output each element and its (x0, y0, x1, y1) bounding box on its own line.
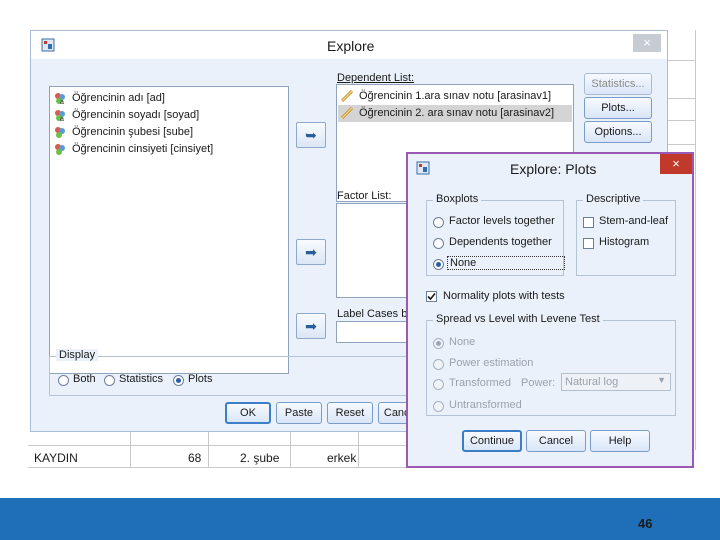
spread-transformed-radio[interactable] (433, 379, 444, 390)
options-button[interactable]: Options... (584, 121, 652, 143)
page-number: 46 (638, 516, 653, 531)
help-button[interactable]: Help (590, 430, 650, 452)
label-cases-label: Label Cases by: (337, 308, 416, 320)
boxplots-legend: Boxplots (433, 193, 482, 205)
row-gender: erkek (327, 451, 357, 465)
explore-titlebar: Explore × (31, 31, 667, 59)
descriptive-group: Descriptive Stem-and-leaf Histogram (576, 193, 676, 276)
variable-item[interactable]: a Öğrencinin adı [ad] (54, 90, 165, 107)
slide-footer-bar (0, 498, 720, 540)
reset-button[interactable]: Reset (327, 402, 373, 424)
explore-title: Explore (327, 38, 375, 54)
power-select[interactable]: Natural log ▼ (561, 373, 671, 391)
display-plots-label: Plots (188, 373, 213, 385)
display-statistics-radio[interactable] (104, 375, 115, 386)
row-name: KAYDIN (34, 451, 78, 465)
row-value: 68 (188, 451, 202, 465)
statistics-button[interactable]: Statistics... (584, 73, 652, 95)
factor-list-label: Factor List: (337, 190, 392, 202)
boxplots-group: Boxplots Factor levels together Dependen… (426, 193, 566, 276)
variable-item[interactable]: Öğrencinin şubesi [sube] (54, 124, 193, 141)
nominal-icon (54, 126, 66, 139)
nominal-icon (54, 143, 66, 156)
move-to-labelcases-button[interactable]: ➡ (296, 313, 326, 339)
nominal-string-icon: a (54, 92, 66, 106)
boxplot-none-label: None (447, 256, 566, 270)
display-both-radio[interactable] (58, 375, 69, 386)
spread-level-legend: Spread vs Level with Levene Test (433, 313, 603, 325)
spread-untransformed-radio[interactable] (433, 401, 444, 412)
plots-close-button[interactable]: × (660, 154, 692, 174)
svg-text:a: a (60, 99, 64, 104)
variable-item[interactable]: a Öğrencinin soyadı [soyad] (54, 107, 199, 124)
boxplot-factor-levels-radio[interactable] (433, 217, 444, 228)
spread-power-estimation-label: Power estimation (449, 357, 534, 369)
boxplot-dependents-label: Dependents together (449, 236, 552, 248)
boxplot-dependents-radio[interactable] (433, 238, 444, 249)
spread-power-estimation-radio[interactable] (433, 359, 444, 370)
spread-none-radio[interactable] (433, 338, 444, 349)
plots-cancel-button[interactable]: Cancel (526, 430, 586, 452)
stem-and-leaf-label: Stem-and-leaf (599, 215, 669, 227)
display-plots-radio[interactable] (173, 375, 184, 386)
boxplot-none-radio[interactable] (433, 259, 444, 270)
boxplot-factor-levels-label: Factor levels together (449, 215, 555, 227)
continue-button[interactable]: Continue (462, 430, 522, 452)
spread-transformed-label: Transformed (449, 377, 511, 389)
display-statistics-label: Statistics (119, 373, 164, 385)
dependent-item[interactable]: Öğrencinin 1.ara sınav notu [arasinav1] (340, 88, 552, 105)
spss-app-icon (416, 161, 430, 175)
histogram-checkbox[interactable] (583, 238, 594, 249)
normality-checkbox[interactable] (426, 291, 437, 302)
chevron-down-icon: ▼ (657, 375, 666, 385)
variable-item[interactable]: Öğrencinin cinsiyeti [cinsiyet] (54, 141, 213, 158)
spread-none-label: None (449, 336, 476, 348)
explore-close-button[interactable]: × (633, 34, 661, 52)
spread-level-group: Spread vs Level with Levene Test None Po… (426, 313, 676, 416)
nominal-string-icon: a (54, 109, 66, 123)
power-select-value: Natural log (565, 376, 619, 388)
dependent-item-label: Öğrencinin 2. ara sınav notu [arasinav2] (359, 107, 555, 119)
power-label: Power: (521, 377, 556, 389)
plots-dialog: Explore: Plots × Boxplots Factor levels … (406, 152, 694, 468)
variable-item-label: Öğrencinin soyadı [soyad] (72, 109, 200, 121)
descriptive-legend: Descriptive (583, 193, 644, 205)
dependent-list-label: Dependent List: (337, 72, 415, 84)
stem-and-leaf-checkbox[interactable] (583, 217, 594, 228)
dependent-item-label: Öğrencinin 1.ara sınav notu [arasinav1] (359, 90, 552, 102)
move-to-dependent-button[interactable]: ➥ (296, 122, 326, 148)
display-legend: Display (56, 349, 99, 361)
move-to-factor-button[interactable]: ➡ (296, 239, 326, 265)
display-group: Display Both Statistics Plots (49, 349, 409, 396)
plots-button[interactable]: Plots... (584, 97, 652, 119)
plots-title: Explore: Plots (510, 161, 597, 177)
scale-icon (340, 107, 354, 120)
variable-item-label: Öğrencinin adı [ad] (72, 92, 165, 104)
spss-app-icon (41, 38, 55, 52)
display-both-label: Both (73, 373, 96, 385)
variable-list[interactable]: a Öğrencinin adı [ad] a Öğrencinin soyadı [… (49, 86, 289, 374)
variable-item-label: Öğrencinin cinsiyeti [cinsiyet] (72, 143, 214, 155)
ok-button[interactable]: OK (225, 402, 271, 424)
spread-untransformed-label: Untransformed (449, 399, 522, 411)
svg-text:a: a (60, 116, 64, 121)
plots-titlebar: Explore: Plots × (408, 154, 692, 182)
row-sube: 2. şube (240, 451, 280, 465)
scale-icon (340, 90, 354, 103)
variable-item-label: Öğrencinin şubesi [sube] (72, 126, 194, 138)
normality-label: Normality plots with tests (443, 290, 565, 302)
dependent-item[interactable]: Öğrencinin 2. ara sınav notu [arasinav2] (338, 105, 572, 122)
histogram-label: Histogram (599, 236, 650, 248)
paste-button[interactable]: Paste (276, 402, 322, 424)
